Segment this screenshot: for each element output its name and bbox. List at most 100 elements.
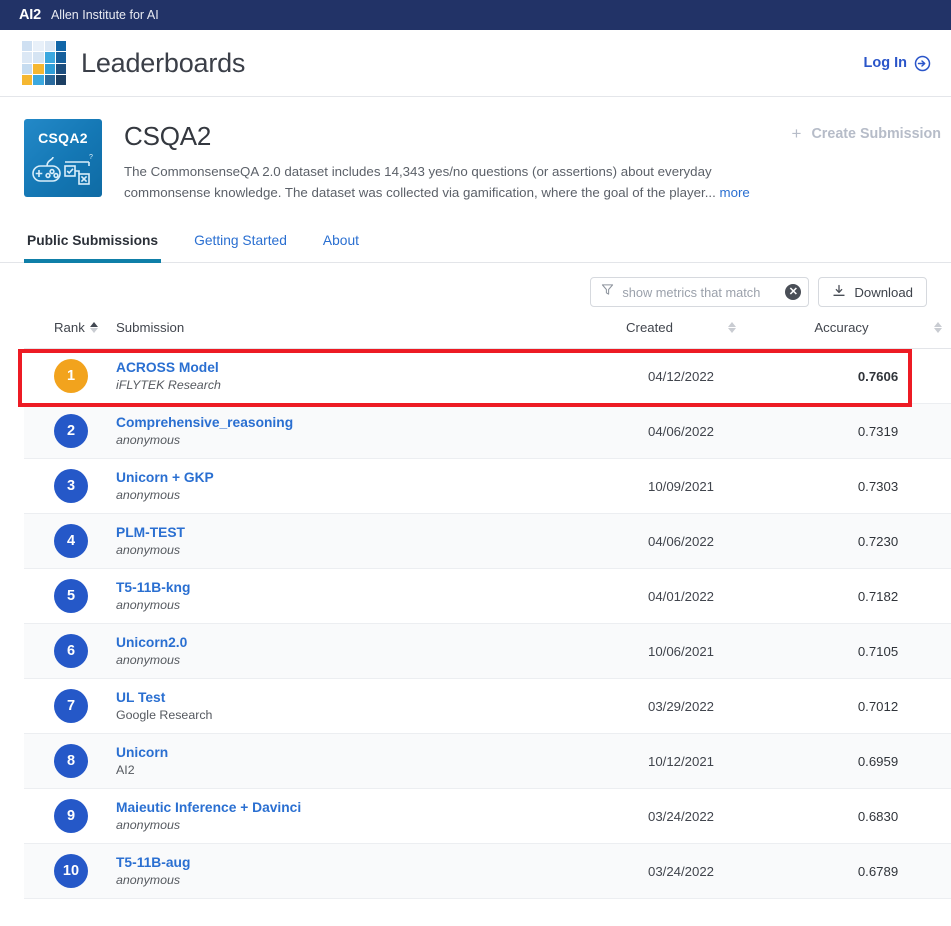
sort-icon-accuracy[interactable] <box>933 322 942 333</box>
table-row[interactable]: 10 T5-11B-aug anonymous 03/24/2022 0.6789 <box>24 843 951 899</box>
cell-submission: Comprehensive_reasoning anonymous <box>116 403 581 459</box>
cell-rank: 1 <box>24 348 116 404</box>
rank-badge: 1 <box>54 359 88 393</box>
leaderboard-table-wrap: Rank Submission Created Accuracy 1 ACROS… <box>18 320 951 899</box>
ai2-org-name: Allen Institute for AI <box>50 8 159 22</box>
cell-rank: 9 <box>24 788 116 844</box>
submission-link[interactable]: Comprehensive_reasoning <box>116 415 293 430</box>
login-button[interactable]: Log In <box>864 55 932 72</box>
submission-link[interactable]: PLM-TEST <box>116 525 185 540</box>
column-header-created[interactable]: Created <box>581 320 781 349</box>
column-label-created: Created <box>626 320 673 335</box>
dataset-more-link[interactable]: more <box>720 185 750 200</box>
plus-icon: + <box>791 124 802 143</box>
cell-created: 03/24/2022 <box>581 843 781 899</box>
submission-link[interactable]: Maieutic Inference + Davinci <box>116 800 301 815</box>
submission-link[interactable]: Unicorn <box>116 745 168 760</box>
dataset-icon-label: CSQA2 <box>38 130 88 146</box>
logo-cell-13 <box>33 74 44 85</box>
submission-org: anonymous <box>116 488 181 502</box>
cell-submission: Unicorn AI2 <box>116 733 581 789</box>
logo-cell-9 <box>33 63 44 74</box>
cell-accuracy: 0.6789 <box>781 843 951 899</box>
table-row[interactable]: 6 Unicorn2.0 anonymous 10/06/2021 0.7105 <box>24 623 951 679</box>
column-header-rank[interactable]: Rank <box>24 320 116 349</box>
rank-badge: 6 <box>54 634 88 668</box>
table-row[interactable]: 5 T5-11B-kng anonymous 04/01/2022 0.7182 <box>24 568 951 624</box>
table-row[interactable]: 7 UL Test Google Research 03/29/2022 0.7012 <box>24 678 951 734</box>
cell-accuracy: 0.6959 <box>781 733 951 789</box>
table-row[interactable]: 1 ACROSS Model iFLYTEK Research 04/12/2022 0… <box>24 348 951 404</box>
cell-accuracy-value: 0.6830 <box>857 808 899 824</box>
logo-cell-1 <box>33 41 44 52</box>
ai2-logo-text[interactable]: AI2 <box>19 7 41 23</box>
leaderboard-table: Rank Submission Created Accuracy 1 ACROS… <box>24 320 951 899</box>
rank-badge: 9 <box>54 799 88 833</box>
cell-submission: PLM-TEST anonymous <box>116 513 581 569</box>
dataset-icon: CSQA2 ? <box>24 119 102 197</box>
logo-cell-12 <box>22 74 33 85</box>
sort-icon-created[interactable] <box>727 322 736 333</box>
submission-link[interactable]: T5-11B-aug <box>116 855 190 870</box>
cell-accuracy: 0.7105 <box>781 623 951 679</box>
submission-org: Google Research <box>116 708 213 722</box>
logo-cell-7 <box>55 52 66 63</box>
cell-accuracy-value: 0.7606 <box>857 368 899 384</box>
cell-accuracy: 0.7182 <box>781 568 951 624</box>
submission-link[interactable]: ACROSS Model <box>116 360 219 375</box>
column-label-submission: Submission <box>116 320 185 335</box>
table-row[interactable]: 9 Maieutic Inference + Davinci anonymous 03… <box>24 788 951 844</box>
cell-created: 04/01/2022 <box>581 568 781 624</box>
create-submission-button[interactable]: + Create Submission <box>792 125 951 142</box>
cell-rank: 7 <box>24 678 116 734</box>
tab-public-submissions[interactable]: Public Submissions <box>24 233 162 263</box>
submission-link[interactable]: Unicorn2.0 <box>116 635 187 650</box>
sort-icon-rank[interactable] <box>89 322 98 333</box>
dataset-description-text: The CommonsenseQA 2.0 dataset includes 1… <box>124 164 716 200</box>
cell-rank: 3 <box>24 458 116 514</box>
cell-accuracy-value: 0.6959 <box>857 753 899 769</box>
submission-org: iFLYTEK Research <box>116 378 221 392</box>
cell-accuracy-value: 0.7105 <box>857 643 899 659</box>
funnel-icon <box>601 283 614 301</box>
table-body: 1 ACROSS Model iFLYTEK Research 04/12/2022 0… <box>24 348 951 899</box>
metrics-filter[interactable]: ✕ <box>590 277 810 307</box>
tab-about[interactable]: About <box>320 233 362 262</box>
page-title: Leaderboards <box>81 47 246 78</box>
column-header-submission[interactable]: Submission <box>116 320 581 349</box>
tab-getting-started[interactable]: Getting Started <box>191 233 290 262</box>
dataset-hero: CSQA2 ? CSQA2 The CommonsenseQA 2.0 data… <box>0 97 951 203</box>
download-label: Download <box>854 284 913 300</box>
submission-link[interactable]: T5-11B-kng <box>116 580 190 595</box>
cell-submission: ACROSS Model iFLYTEK Research <box>116 348 581 404</box>
submission-link[interactable]: UL Test <box>116 690 165 705</box>
cell-created: 04/06/2022 <box>581 513 781 569</box>
table-row[interactable]: 3 Unicorn + GKP anonymous 10/09/2021 0.7303 <box>24 458 951 514</box>
ai2-top-bar: AI2 Allen Institute for AI <box>0 0 951 30</box>
svg-text:?: ? <box>89 154 93 161</box>
submission-org: anonymous <box>116 873 181 887</box>
search-input[interactable] <box>622 284 778 300</box>
cell-rank: 2 <box>24 403 116 459</box>
column-header-accuracy[interactable]: Accuracy <box>781 320 951 349</box>
logo-cell-8 <box>22 63 33 74</box>
clear-filter-button[interactable]: ✕ <box>785 284 802 300</box>
logo-cell-2 <box>44 41 55 52</box>
rank-badge: 8 <box>54 744 88 778</box>
rank-badge: 4 <box>54 524 88 558</box>
table-row[interactable]: 8 Unicorn AI2 10/12/2021 0.6959 <box>24 733 951 789</box>
logo-cell-10 <box>44 63 55 74</box>
table-row[interactable]: 4 PLM-TEST anonymous 04/06/2022 0.7230 <box>24 513 951 569</box>
submission-org: anonymous <box>116 818 181 832</box>
cell-accuracy-value: 0.7182 <box>857 588 899 604</box>
cell-submission: UL Test Google Research <box>116 678 581 734</box>
table-toolbar: ✕ Download <box>24 263 931 320</box>
download-button[interactable]: Download <box>818 277 927 307</box>
logo-cell-3 <box>55 41 66 52</box>
create-submission-label: Create Submission <box>811 125 941 142</box>
table-row[interactable]: 2 Comprehensive_reasoning anonymous 04/06/2… <box>24 403 951 459</box>
cell-accuracy: 0.7606 <box>781 348 951 404</box>
leaderboards-brand[interactable]: Leaderboards <box>22 41 245 85</box>
submission-link[interactable]: Unicorn + GKP <box>116 470 214 485</box>
rank-badge: 10 <box>54 854 88 888</box>
